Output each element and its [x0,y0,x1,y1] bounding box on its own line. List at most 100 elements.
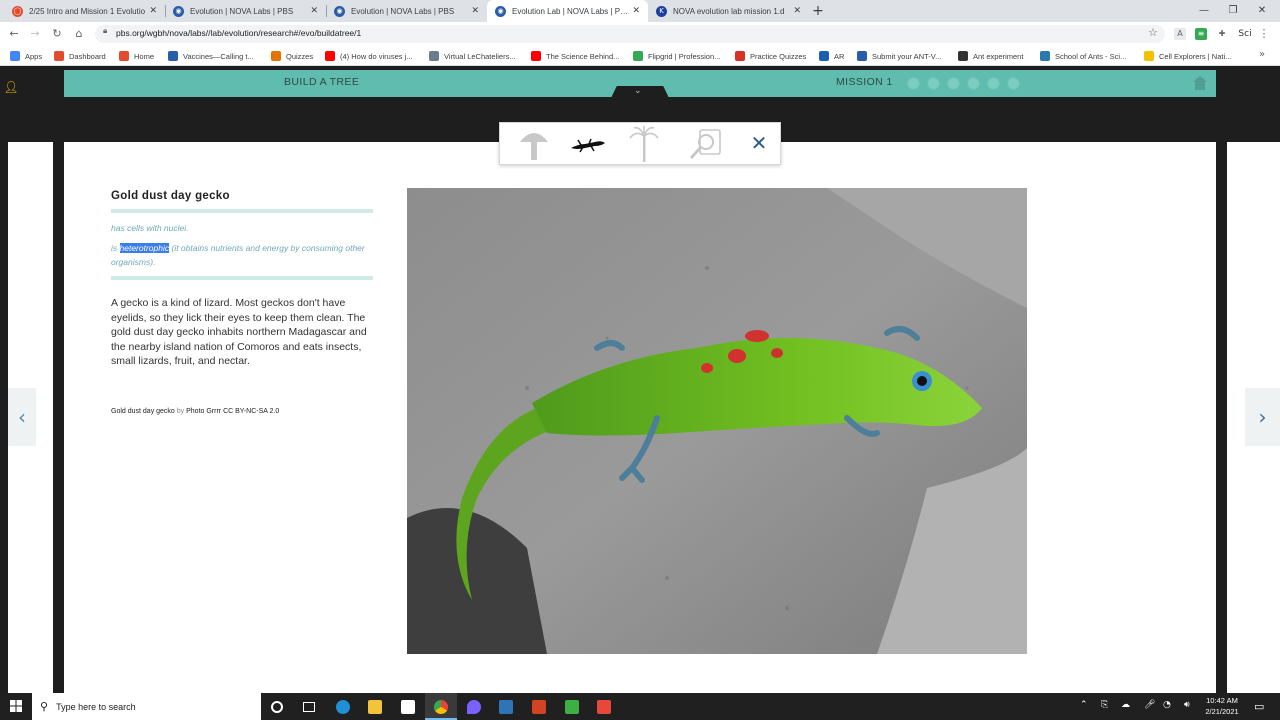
bookmark-icon [735,51,745,61]
chevron-down-icon[interactable]: ⌄ [634,86,642,96]
bookmark-item[interactable]: School of Ants - Sci... [1040,46,1126,66]
mission-progress-dot [987,77,1000,90]
credit-source[interactable]: Photo Grrrr CC BY-NC-SA 2.0 [186,408,279,415]
bookmark-label: Dashboard [69,51,106,61]
mission-progress-dot [967,77,980,90]
tab-close-icon[interactable]: ✕ [149,6,157,16]
minimize-icon[interactable]: — [1193,0,1215,22]
extension-icon[interactable]: A [1174,28,1186,40]
organism-title: Gold dust day gecko [111,190,230,202]
browser-tab[interactable]: K NOVA evolution lab mission 1.d ✕ [648,0,809,22]
tab-favicon-icon: K [656,5,667,17]
profile-avatar[interactable]: Sci [1237,28,1253,40]
tab-close-icon[interactable]: ✕ [793,6,801,16]
credit-name[interactable]: Gold dust day gecko [111,408,175,415]
bookmark-label: (4) How do viruses j... [340,51,413,61]
bookmark-item[interactable]: Quizzes [271,46,313,66]
close-window-icon[interactable]: ✕ [1251,0,1273,22]
restore-icon[interactable]: ❐ [1222,0,1244,22]
task-view-icon[interactable] [293,693,325,720]
more-bookmarks-icon[interactable]: » [1259,49,1265,60]
browser-tab[interactable]: ◉ Evolution | NOVA Labs | PBS ✕ [165,0,326,22]
windows-start-icon[interactable] [0,693,32,720]
bookmark-item[interactable]: Ant experiment [958,46,1023,66]
palm-tree-icon[interactable] [624,124,664,164]
network-icon[interactable]: ⎘ [1101,700,1108,710]
reload-button[interactable]: ↻ [47,22,67,46]
mission-progress-dot [1007,77,1020,90]
taskbar-search-box[interactable]: ⚲ Type here to search [32,693,261,720]
bookmark-label: The Science Behind... [546,51,620,61]
bookmark-icon [429,51,439,61]
previous-organism-button[interactable]: ‹ [8,388,36,446]
bookmark-label: Virtual LeChateliers... [444,51,516,61]
bookmark-label: Submit your ANT-V... [872,51,942,61]
bookmark-icon [857,51,867,61]
bookmark-label: Ant experiment [973,51,1024,61]
bookmark-item[interactable]: Flipgrid | Profession... [633,46,720,66]
tab-close-icon[interactable]: ✕ [310,6,318,16]
home-icon[interactable] [1192,75,1208,91]
home-button[interactable]: ⌂ [69,22,89,46]
back-button[interactable]: ← [4,22,24,46]
paint-icon[interactable] [458,693,490,720]
new-tab-button[interactable]: + [810,1,826,21]
tab-favicon-icon: ◉ [495,5,506,17]
edge-icon[interactable] [327,693,359,720]
close-icon[interactable]: ✕ [745,129,773,157]
store-icon[interactable] [392,693,424,720]
bookmark-item[interactable]: AR [819,46,844,66]
onedrive-icon[interactable]: ☁ [1121,700,1130,710]
bookmark-item[interactable]: Home [119,46,154,66]
lock-icon[interactable]: 🔒︎ [103,26,107,36]
powerpoint-icon[interactable] [523,693,555,720]
snagit-icon[interactable] [588,693,620,720]
build-a-tree-label[interactable]: BUILD A TREE [284,76,359,88]
organism-description: A gecko is a kind of lizard. Most geckos… [111,297,367,368]
browser-tab[interactable]: ◉ Evolution | NOVA Labs | PBS ✕ [326,0,487,22]
camtasia-icon[interactable] [556,693,588,720]
forward-button[interactable]: → [25,22,45,46]
extensions-puzzle-icon[interactable]: ✚ [1216,28,1228,40]
browser-tab[interactable]: ◯ 2/25 Intro and Mission 1 Evolutio ✕ [4,0,165,22]
bookmark-item[interactable]: The Science Behind... [531,46,619,66]
divider [111,276,373,280]
chrome-icon[interactable] [425,693,457,720]
bookmark-item[interactable]: Submit your ANT-V... [857,46,941,66]
bookmark-item[interactable]: Vaccines—Calling t... [168,46,254,66]
bookmark-item[interactable]: Cell Explorers | Nati... [1144,46,1231,66]
volume-icon[interactable]: 🔊︎ [1184,700,1190,710]
mushroom-icon[interactable] [514,124,554,164]
bookmark-star-icon[interactable]: ☆ [1148,26,1158,39]
bookmark-item[interactable]: Dashboard [54,46,106,66]
browser-menu-icon[interactable]: ⋮ [1258,28,1270,40]
bookmark-label: Apps [25,51,43,61]
wifi-icon[interactable]: ◔ [1163,700,1171,710]
highlighted-term[interactable]: heterotrophic [119,243,170,253]
tab-close-icon[interactable]: ✕ [471,6,479,16]
clock[interactable]: 10:42 AM 2/21/2021 [1198,695,1246,717]
bookmark-icon [271,51,281,61]
user-icon[interactable]: 👤︎ [3,80,19,100]
show-hidden-icons[interactable]: ⌃ [1080,700,1088,710]
url-text[interactable]: pbs.org/wgbh/nova/labs//lab/evolution/re… [116,28,361,38]
cortana-icon[interactable] [261,693,293,720]
bookmark-item[interactable]: Practice Quizzes [735,46,806,66]
file-explorer-icon[interactable] [359,693,391,720]
notifications-icon[interactable]: ▭ [1254,700,1264,713]
tab-close-icon[interactable]: ✕ [632,6,640,16]
microscope-magnifier-icon[interactable] [686,124,726,164]
bookmark-item[interactable]: (4) How do viruses j... [325,46,413,66]
bookmark-item[interactable]: Virtual LeChateliers... [429,46,516,66]
microphone-icon[interactable]: 🎤︎ [1144,700,1155,710]
bookmark-icon [10,51,20,61]
bookmark-item[interactable]: Apps [10,46,42,66]
calculator-icon[interactable] [490,693,522,720]
gecko-photo [407,188,1027,654]
extension-icon[interactable]: ≡ [1195,28,1207,40]
next-organism-button[interactable]: › [1245,388,1280,446]
gecko-icon[interactable] [567,124,607,164]
bookmark-icon [168,51,178,61]
trait-heterotrophic: is heterotrophic (it obtains nutrients a… [111,241,373,269]
browser-tab[interactable]: ◉ Evolution Lab | NOVA Labs | PBS ✕ [487,0,648,22]
